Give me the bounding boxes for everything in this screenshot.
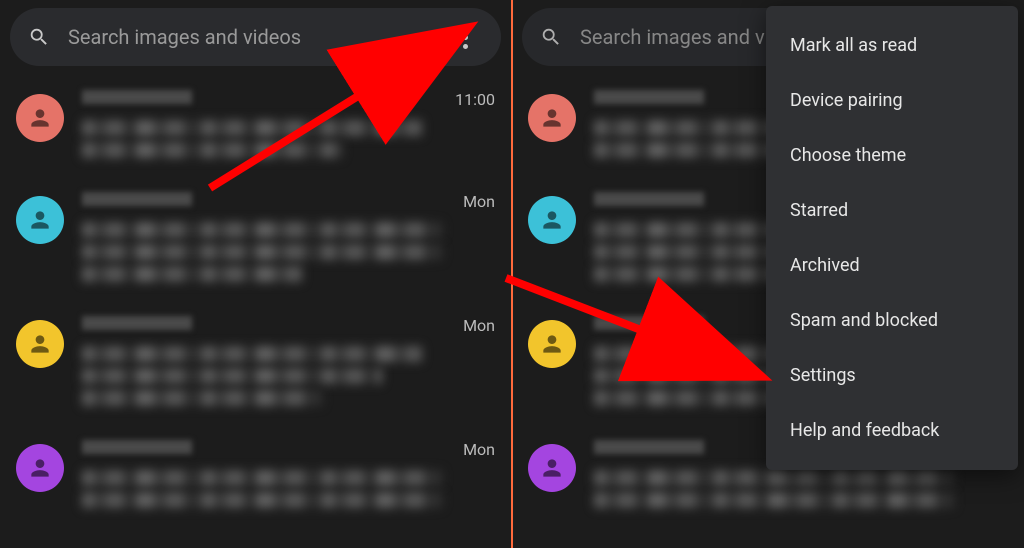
timestamp: 11:00 bbox=[445, 90, 495, 109]
conversation-title-redacted bbox=[594, 192, 704, 206]
avatar bbox=[528, 444, 576, 492]
person-icon bbox=[27, 331, 53, 357]
conversation-preview-redacted bbox=[82, 470, 442, 486]
conversation-preview-redacted bbox=[82, 120, 422, 136]
list-item[interactable]: Mon bbox=[10, 182, 501, 306]
menu-item-spam-and-blocked[interactable]: Spam and blocked bbox=[766, 293, 1018, 348]
conversation-preview-redacted bbox=[82, 266, 302, 282]
messages-screen-left: Search images and videos 11:00 Mon Mon Mon bbox=[0, 0, 512, 548]
person-icon bbox=[539, 455, 565, 481]
menu-item-settings[interactable]: Settings bbox=[766, 348, 1018, 403]
menu-item-choose-theme[interactable]: Choose theme bbox=[766, 128, 1018, 183]
conversation-content: 11:00 bbox=[82, 90, 495, 164]
more-button[interactable] bbox=[447, 19, 483, 55]
conversation-preview-redacted bbox=[82, 492, 442, 508]
person-icon bbox=[539, 207, 565, 233]
avatar bbox=[528, 320, 576, 368]
menu-item-help-and-feedback[interactable]: Help and feedback bbox=[766, 403, 1018, 458]
avatar bbox=[16, 444, 64, 492]
list-item[interactable]: Mon bbox=[10, 306, 501, 430]
search-bar[interactable]: Search images and videos bbox=[10, 8, 501, 66]
conversation-list: 11:00 Mon Mon Mon bbox=[0, 80, 511, 532]
conversation-preview-redacted bbox=[82, 244, 442, 260]
timestamp: Mon bbox=[453, 316, 495, 335]
search-icon bbox=[540, 26, 562, 48]
conversation-title-redacted bbox=[594, 440, 704, 454]
search-placeholder: Search images and videos bbox=[68, 25, 447, 49]
search-icon bbox=[28, 26, 50, 48]
person-icon bbox=[27, 455, 53, 481]
conversation-title-redacted bbox=[82, 192, 192, 206]
conversation-preview-redacted bbox=[82, 142, 342, 158]
conversation-preview-redacted bbox=[82, 222, 442, 238]
panel-divider bbox=[511, 0, 513, 548]
menu-item-device-pairing[interactable]: Device pairing bbox=[766, 73, 1018, 128]
person-icon bbox=[539, 331, 565, 357]
person-icon bbox=[539, 105, 565, 131]
timestamp: Mon bbox=[453, 440, 495, 459]
conversation-preview-redacted bbox=[594, 492, 954, 508]
conversation-title-redacted bbox=[82, 316, 192, 330]
person-icon bbox=[27, 207, 53, 233]
conversation-preview-redacted bbox=[82, 346, 422, 362]
conversation-content: Mon bbox=[82, 192, 495, 288]
timestamp: Mon bbox=[453, 192, 495, 211]
overflow-menu: Mark all as readDevice pairingChoose the… bbox=[766, 6, 1018, 470]
list-item[interactable]: Mon bbox=[10, 430, 501, 532]
avatar bbox=[528, 94, 576, 142]
avatar bbox=[16, 320, 64, 368]
person-icon bbox=[27, 105, 53, 131]
avatar bbox=[16, 94, 64, 142]
list-item[interactable]: 11:00 bbox=[10, 80, 501, 182]
conversation-content: Mon bbox=[82, 316, 495, 412]
more-vertical-icon bbox=[463, 26, 468, 49]
conversation-preview-redacted bbox=[82, 390, 322, 406]
conversation-title-redacted bbox=[594, 316, 704, 330]
menu-item-archived[interactable]: Archived bbox=[766, 238, 1018, 293]
conversation-title-redacted bbox=[82, 440, 192, 454]
menu-item-starred[interactable]: Starred bbox=[766, 183, 1018, 238]
avatar bbox=[528, 196, 576, 244]
conversation-title-redacted bbox=[82, 90, 192, 104]
messages-screen-right: Search images and videos Mark all as rea… bbox=[512, 0, 1024, 548]
menu-item-mark-all-as-read[interactable]: Mark all as read bbox=[766, 18, 1018, 73]
avatar bbox=[16, 196, 64, 244]
conversation-content: Mon bbox=[82, 440, 495, 514]
conversation-preview-redacted bbox=[82, 368, 382, 384]
conversation-title-redacted bbox=[594, 90, 704, 104]
conversation-preview-redacted bbox=[594, 470, 954, 486]
